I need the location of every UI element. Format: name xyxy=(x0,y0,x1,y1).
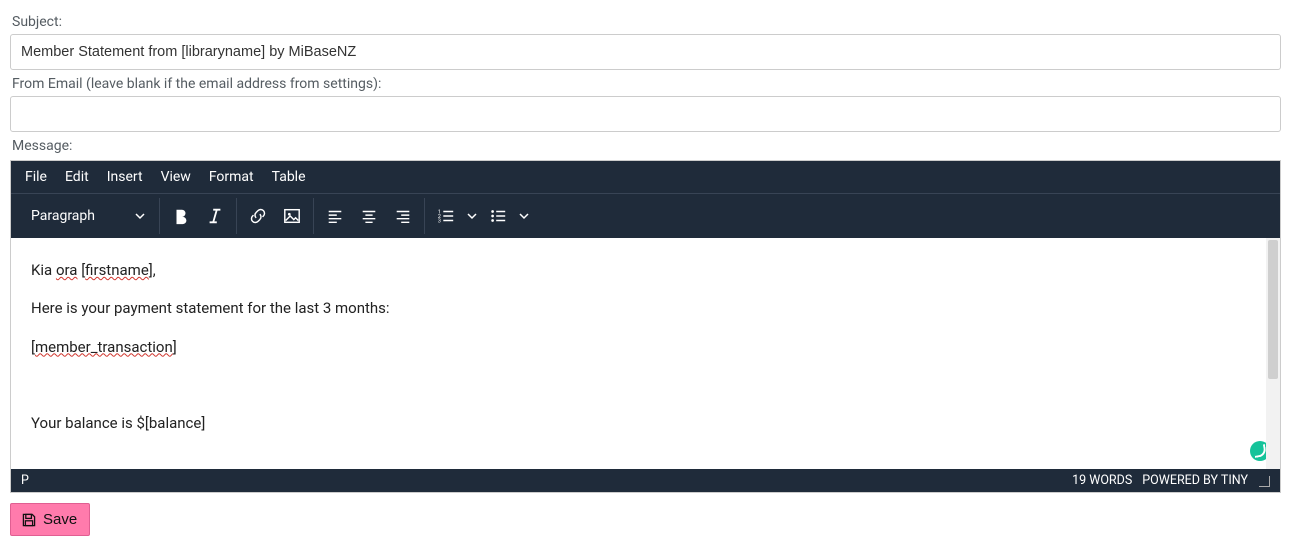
rich-text-editor: File Edit Insert View Format Table Parag… xyxy=(10,160,1281,493)
message-label: Message: xyxy=(12,138,1281,154)
editor-line: Here is your payment statement for the l… xyxy=(31,298,1260,318)
subject-input[interactable] xyxy=(10,34,1281,70)
align-right-button[interactable] xyxy=(386,201,420,231)
save-button[interactable]: Save xyxy=(10,503,90,536)
save-icon xyxy=(21,512,37,528)
editor-line xyxy=(31,375,1260,395)
numbered-list-menu[interactable] xyxy=(463,211,481,221)
save-button-label: Save xyxy=(43,511,77,528)
editor-menubar: File Edit Insert View Format Table xyxy=(11,161,1280,193)
numbered-list-button[interactable]: 123 xyxy=(429,201,463,231)
resize-handle[interactable] xyxy=(1258,475,1270,487)
subject-label: Subject: xyxy=(12,14,1281,30)
editor-statusbar: P 19 WORDS POWERED BY TINY xyxy=(11,469,1280,492)
menu-view[interactable]: View xyxy=(161,169,191,185)
chevron-down-icon xyxy=(135,211,145,221)
word-count: 19 WORDS xyxy=(1072,473,1132,488)
italic-button[interactable] xyxy=(198,201,232,231)
align-left-button[interactable] xyxy=(318,201,352,231)
menu-file[interactable]: File xyxy=(25,169,47,185)
from-email-label: From Email (leave blank if the email add… xyxy=(12,76,1281,92)
image-button[interactable] xyxy=(275,201,309,231)
menu-edit[interactable]: Edit xyxy=(65,169,89,185)
scrollbar-thumb[interactable] xyxy=(1268,240,1278,379)
editor-content-area[interactable]: Kia ora [firstname], Here is your paymen… xyxy=(11,238,1280,469)
menu-table[interactable]: Table xyxy=(272,169,306,185)
block-format-select[interactable]: Paragraph xyxy=(21,208,155,224)
bold-button[interactable] xyxy=(164,201,198,231)
editor-line: Kia ora [firstname], xyxy=(31,260,1260,280)
link-button[interactable] xyxy=(241,201,275,231)
status-element-path[interactable]: P xyxy=(21,473,29,488)
svg-text:3: 3 xyxy=(438,218,441,224)
editor-scrollbar[interactable] xyxy=(1266,238,1280,469)
editor-line: [member_transaction] xyxy=(31,337,1260,357)
menu-insert[interactable]: Insert xyxy=(107,169,143,185)
powered-by-tiny[interactable]: POWERED BY TINY xyxy=(1142,473,1248,488)
menu-format[interactable]: Format xyxy=(209,169,254,185)
block-format-label: Paragraph xyxy=(31,208,95,224)
bullet-list-button[interactable] xyxy=(481,201,515,231)
editor-line: Your balance is $[balance] xyxy=(31,413,1260,433)
bullet-list-menu[interactable] xyxy=(515,211,533,221)
align-center-button[interactable] xyxy=(352,201,386,231)
editor-toolbar: Paragraph xyxy=(11,193,1280,238)
from-email-input[interactable] xyxy=(10,96,1281,132)
